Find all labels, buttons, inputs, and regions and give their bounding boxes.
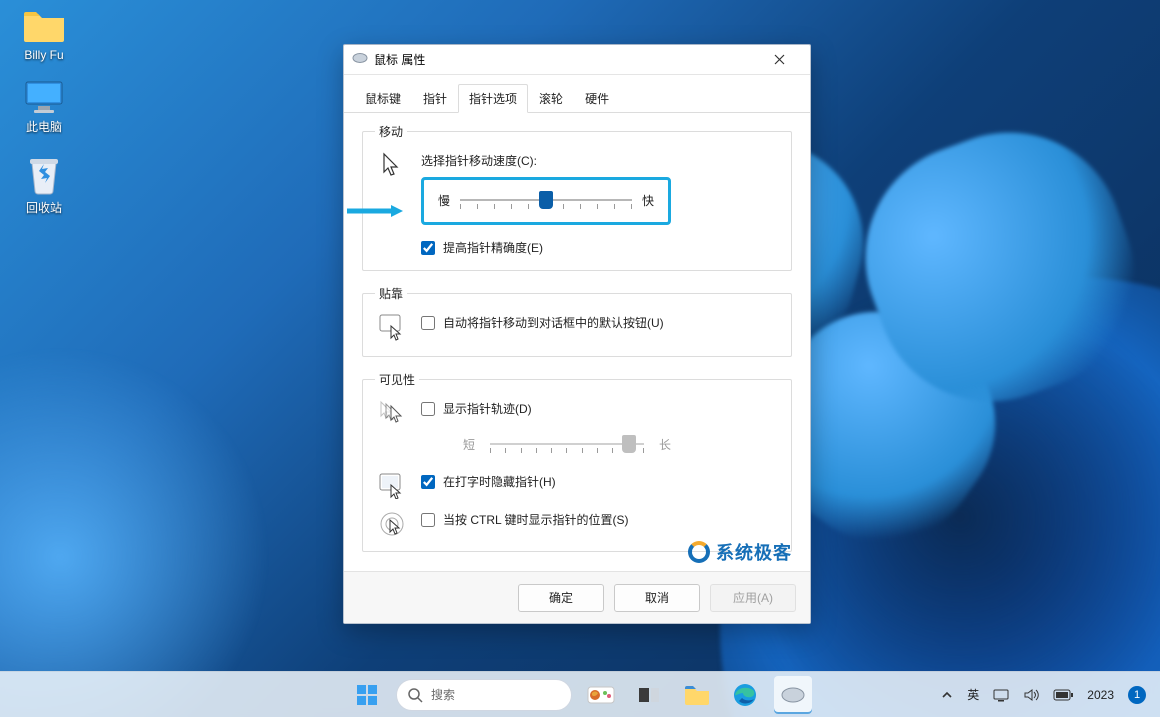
system-tray: 英 2023 1 (941, 686, 1160, 704)
search-placeholder: 搜索 (431, 686, 455, 703)
group-visibility-legend: 可见性 (375, 371, 419, 388)
group-snap: 贴靠 自动将指针移动到对话框中的默认按钮(U) (362, 285, 792, 357)
dialog-footer: 确定 取消 应用(A) (344, 571, 810, 623)
tab-buttons[interactable]: 鼠标键 (354, 84, 412, 113)
dialog-title: 鼠标 属性 (374, 51, 425, 68)
group-snap-legend: 贴靠 (375, 285, 407, 302)
pointer-trails-icon (377, 400, 407, 424)
desktop-icon-folder[interactable]: Billy Fu (8, 8, 80, 62)
monitor-icon (24, 80, 64, 114)
recycle-bin-icon (27, 153, 61, 195)
apply-button[interactable]: 应用(A) (710, 584, 796, 612)
close-button[interactable] (756, 45, 802, 74)
desktop-icon-recycle-bin[interactable]: 回收站 (8, 153, 80, 216)
mouse-icon (352, 52, 368, 67)
chat-badge-icon (587, 683, 615, 707)
desktop-icon-this-pc[interactable]: 此电脑 (8, 80, 80, 135)
slider-label-fast: 快 (642, 192, 654, 209)
pointer-trails-checkbox[interactable] (421, 402, 435, 416)
folder-icon (22, 8, 66, 44)
desktop-icons: Billy Fu 此电脑 回收站 (8, 8, 80, 216)
enhance-precision-checkbox[interactable] (421, 241, 435, 255)
trail-label-long: 长 (657, 436, 673, 453)
ctrl-locate-label[interactable]: 当按 CTRL 键时显示指针的位置(S) (443, 511, 629, 528)
taskbar-explorer[interactable] (678, 676, 716, 714)
group-motion-legend: 移动 (375, 123, 407, 140)
clock[interactable]: 2023 (1087, 688, 1114, 702)
tab-pointer-options[interactable]: 指针选项 (458, 84, 528, 113)
mouse-icon (780, 686, 806, 704)
mouse-properties-dialog: 鼠标 属性 鼠标键 指针 指针选项 滚轮 硬件 移动 选择指针移动速度(C) (343, 44, 811, 624)
network-icon[interactable] (993, 688, 1009, 702)
dialog-content: 移动 选择指针移动速度(C): 慢 (344, 113, 810, 571)
cancel-button[interactable]: 取消 (614, 584, 700, 612)
cursor-arrow-icon (377, 152, 407, 178)
watermark-text: 系统极客 (716, 539, 792, 565)
folder-icon (684, 684, 710, 706)
watermark-icon (688, 541, 710, 563)
battery-icon[interactable] (1053, 689, 1073, 701)
group-motion: 移动 选择指针移动速度(C): 慢 (362, 123, 792, 271)
desktop-icon-label: 此电脑 (26, 118, 62, 135)
taskbar-center: 搜索 (348, 676, 812, 714)
snap-to-default-checkbox[interactable] (421, 316, 435, 330)
ok-button[interactable]: 确定 (518, 584, 604, 612)
hide-while-typing-checkbox[interactable] (421, 475, 435, 489)
windows-icon (355, 683, 379, 707)
taskbar-mouse-settings[interactable] (774, 676, 812, 714)
snap-to-icon (377, 314, 407, 342)
ctrl-locate-checkbox[interactable] (421, 513, 435, 527)
group-visibility: 可见性 显示指针轨迹(D) 短 (362, 371, 792, 552)
pointer-speed-label: 选择指针移动速度(C): (421, 152, 777, 169)
enhance-precision-label[interactable]: 提高指针精确度(E) (443, 239, 543, 256)
slider-label-slow: 慢 (438, 192, 450, 209)
slider-thumb[interactable] (539, 191, 553, 209)
desktop-icon-label: Billy Fu (24, 48, 63, 62)
volume-icon[interactable] (1023, 688, 1039, 702)
pointer-trails-label[interactable]: 显示指针轨迹(D) (443, 400, 532, 417)
slider-thumb (622, 435, 636, 453)
edge-icon (733, 683, 757, 707)
taskbar-search[interactable]: 搜索 (396, 679, 572, 711)
taskbar: 搜索 英 2023 1 (0, 671, 1160, 717)
tray-overflow-icon[interactable] (941, 689, 953, 701)
taskbar-chat[interactable] (582, 676, 620, 714)
pointer-trails-slider (487, 427, 647, 461)
task-view-icon (638, 685, 660, 705)
desktop-icon-label: 回收站 (26, 199, 62, 216)
task-view-button[interactable] (630, 676, 668, 714)
tab-pointers[interactable]: 指针 (412, 84, 458, 113)
hide-typing-icon (377, 473, 407, 499)
titlebar[interactable]: 鼠标 属性 (344, 45, 810, 75)
taskbar-edge[interactable] (726, 676, 764, 714)
pointer-speed-slider[interactable]: 慢 快 (421, 177, 671, 225)
notification-badge[interactable]: 1 (1128, 686, 1146, 704)
search-icon (407, 687, 423, 703)
watermark: 系统极客 (688, 539, 792, 565)
hide-while-typing-label[interactable]: 在打字时隐藏指针(H) (443, 473, 556, 490)
ime-indicator[interactable]: 英 (967, 686, 979, 703)
ctrl-locate-icon (377, 511, 407, 537)
tabs: 鼠标键 指针 指针选项 滚轮 硬件 (344, 75, 810, 113)
close-icon (774, 54, 785, 65)
tab-wheel[interactable]: 滚轮 (528, 84, 574, 113)
start-button[interactable] (348, 676, 386, 714)
snap-to-default-label[interactable]: 自动将指针移动到对话框中的默认按钮(U) (443, 314, 664, 331)
tab-hardware[interactable]: 硬件 (574, 84, 620, 113)
trail-label-short: 短 (461, 436, 477, 453)
